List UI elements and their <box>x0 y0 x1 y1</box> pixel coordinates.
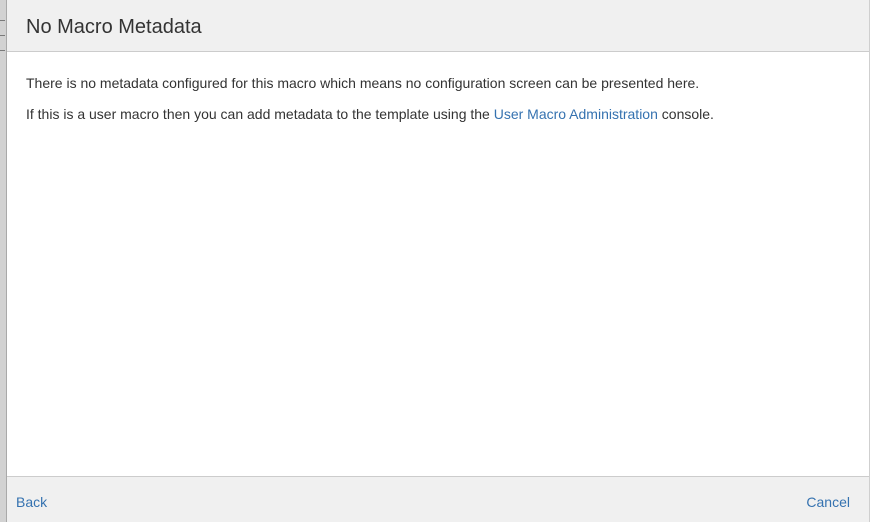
user-macro-hint-suffix: console. <box>657 106 714 122</box>
backdrop-edge <box>0 0 7 522</box>
backdrop-tick <box>0 20 5 21</box>
backdrop-tick <box>0 50 5 51</box>
backdrop-tick <box>0 35 5 36</box>
dialog-body: There is no metadata configured for this… <box>26 74 849 136</box>
user-macro-hint: If this is a user macro then you can add… <box>26 105 849 123</box>
user-macro-hint-prefix: If this is a user macro then you can add… <box>26 106 494 122</box>
cancel-button[interactable]: Cancel <box>806 493 850 511</box>
dialog-header: No Macro Metadata <box>7 0 869 52</box>
macro-dialog: No Macro Metadata There is no metadata c… <box>7 0 870 522</box>
dialog-title: No Macro Metadata <box>26 16 202 38</box>
user-macro-administration-link[interactable]: User Macro Administration <box>494 106 658 122</box>
back-button[interactable]: Back <box>16 493 47 511</box>
no-metadata-message: There is no metadata configured for this… <box>26 75 700 91</box>
dialog-footer: Back Cancel <box>7 476 869 522</box>
